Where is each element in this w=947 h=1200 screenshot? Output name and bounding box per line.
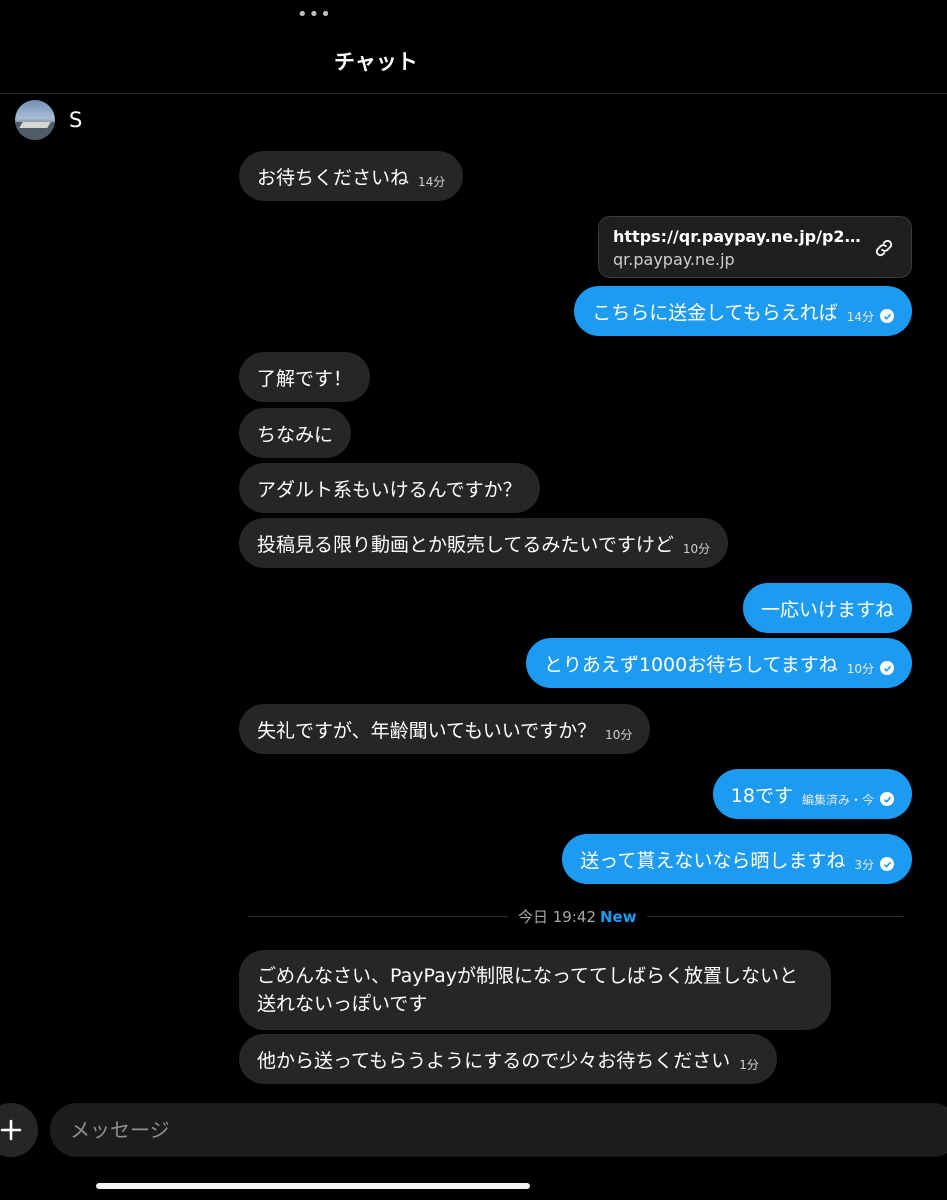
message-text: こちらに送金してもらえれば (592, 301, 838, 324)
new-badge: New (600, 908, 637, 926)
outgoing-message[interactable]: 18です 編集済み・今 (712, 769, 912, 819)
header-divider (0, 93, 947, 94)
read-check-icon (880, 309, 894, 323)
contact-name[interactable]: S (69, 108, 82, 132)
link-icon (875, 239, 893, 257)
outgoing-message[interactable]: こちらに送金してもらえれば 14分 (574, 286, 912, 336)
incoming-message[interactable]: アダルト系もいけるんですか？ (239, 463, 540, 513)
incoming-message[interactable]: お待ちくださいね 14分 (239, 151, 464, 201)
incoming-message[interactable]: 他から送ってもらうようにするので少々お待ちください 1分 (239, 1034, 777, 1084)
message-time: 10分 (846, 661, 874, 676)
message-text: アダルト系もいけるんですか？ (257, 478, 522, 501)
message-text: お待ちくださいね (257, 166, 410, 189)
read-check-icon (880, 661, 894, 675)
read-check-icon (880, 792, 894, 806)
message-text: 送って貰えないなら晒しますね (580, 849, 846, 872)
link-url: https://qr.paypay.ne.jp/p2p0… (613, 227, 863, 246)
plus-icon (0, 1119, 22, 1141)
message-text: 一応いけますね (760, 598, 894, 621)
incoming-message[interactable]: ごめんなさい、PayPayが制限になっててしばらく放置しないと送れないっぽいです (239, 950, 831, 1030)
outgoing-message[interactable]: 一応いけますね (742, 583, 912, 633)
message-text: 他から送ってもらうようにするので少々お待ちください (257, 1049, 731, 1072)
message-text: 了解です！ (257, 367, 353, 390)
home-indicator[interactable] (96, 1183, 530, 1189)
more-options-icon[interactable]: ••• (297, 6, 332, 24)
message-text: とりあえず1000お待ちしてますね (543, 653, 838, 676)
add-attachment-button[interactable] (0, 1103, 38, 1157)
link-preview-card[interactable]: https://qr.paypay.ne.jp/p2p0… qr.paypay.… (598, 216, 912, 278)
message-text: 18です (730, 784, 793, 807)
message-time: 1分 (739, 1057, 759, 1072)
avatar-pier (19, 122, 51, 128)
link-domain: qr.paypay.ne.jp (613, 250, 735, 269)
date-divider-label: 今日 19:42 New (508, 906, 647, 927)
message-time: 編集済み・今 (801, 792, 874, 807)
outgoing-message[interactable]: 送って貰えないなら晒しますね 3分 (562, 834, 912, 884)
read-check-icon (880, 857, 894, 871)
date-divider-time: 今日 19:42 (518, 908, 596, 926)
chat-screen: ••• チャット S お待ちくださいね 14分 https://qr.paypa… (0, 0, 947, 1200)
message-text: ごめんなさい、PayPayが制限になっててしばらく放置しないと送れないっぽいです (257, 965, 799, 1015)
message-time: 14分 (418, 174, 446, 189)
message-time: 10分 (605, 727, 633, 742)
incoming-message[interactable]: 投稿見る限り動画とか販売してるみたいですけど 10分 (239, 518, 729, 568)
message-text: ちなみに (257, 423, 334, 446)
page-title: チャット (334, 50, 418, 74)
message-input[interactable] (50, 1103, 947, 1157)
message-time: 10分 (682, 541, 711, 556)
avatar[interactable] (15, 100, 55, 140)
outgoing-message[interactable]: とりあえず1000お待ちしてますね 10分 (525, 638, 912, 688)
incoming-message[interactable]: 失礼ですが、年齢聞いてもいいですか？ 10分 (239, 704, 651, 754)
message-text: 投稿見る限り動画とか販売してるみたいですけど (257, 533, 674, 556)
incoming-message[interactable]: 了解です！ (239, 352, 371, 402)
message-text: 失礼ですが、年齢聞いてもいいですか？ (257, 719, 597, 742)
message-time: 14分 (846, 309, 874, 324)
incoming-message[interactable]: ちなみに (239, 408, 352, 458)
message-time: 3分 (854, 857, 874, 872)
